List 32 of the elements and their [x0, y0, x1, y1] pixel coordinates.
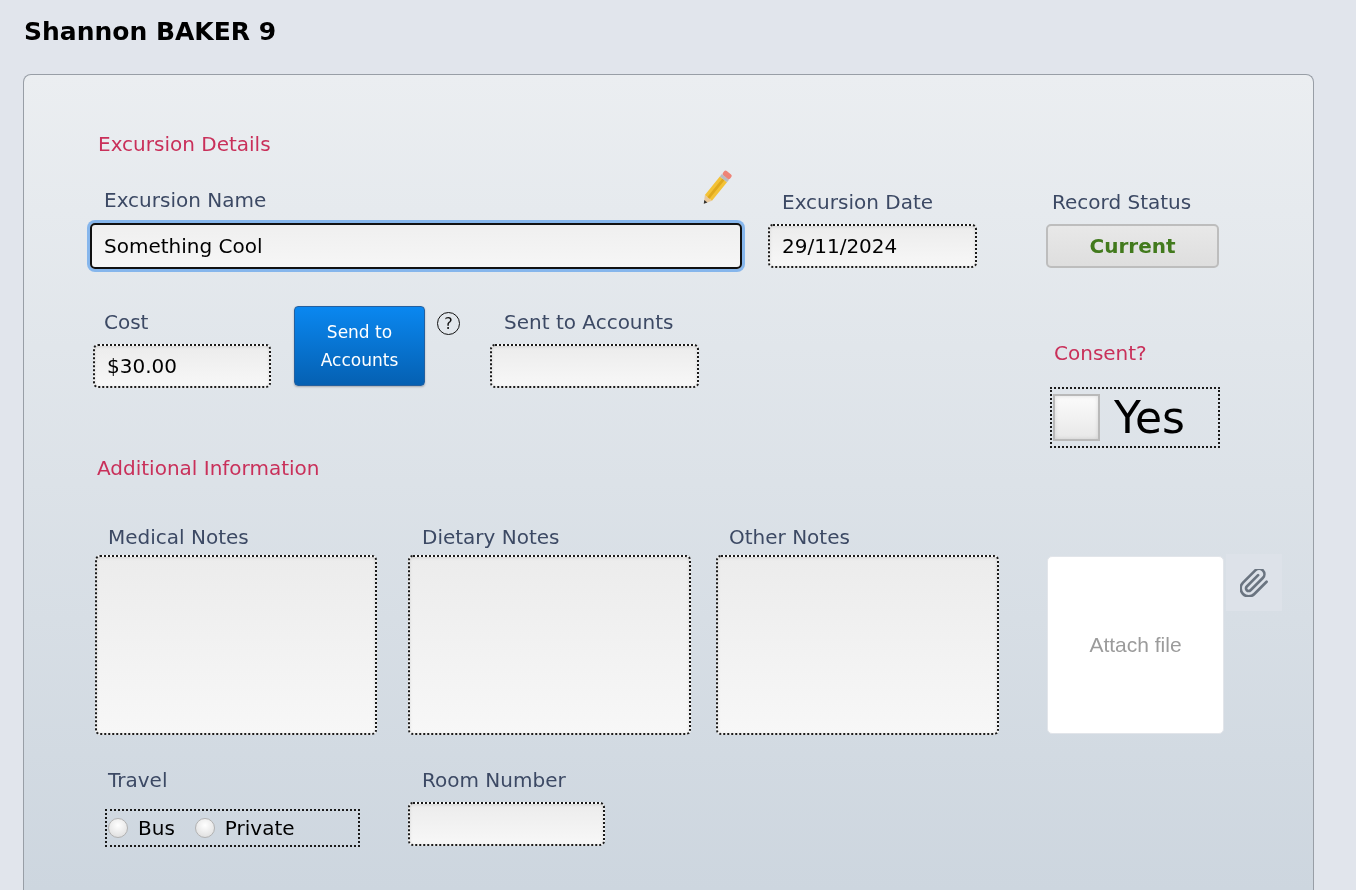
record-title: Shannon BAKER 9	[24, 16, 277, 48]
field-label: Other Notes	[729, 525, 850, 549]
notes-field[interactable]	[408, 555, 691, 735]
field-label: Travel	[108, 768, 168, 792]
radio-button[interactable]	[108, 818, 128, 838]
checkbox-label[interactable]: Yes	[1114, 392, 1186, 443]
attach-button[interactable]	[1226, 554, 1282, 611]
field-label: Cost	[104, 310, 149, 334]
radio-button[interactable]	[194, 818, 215, 838]
text-field[interactable]	[408, 802, 605, 846]
notes-field[interactable]	[716, 555, 999, 735]
field-label: Dietary Notes	[422, 525, 560, 549]
radio-label[interactable]: Bus	[138, 816, 175, 840]
section-heading: Excursion Details	[98, 132, 271, 156]
field-label: Sent to Accounts	[504, 310, 674, 334]
field-label: Medical Notes	[108, 525, 249, 549]
field-label: Record Status	[1052, 190, 1192, 214]
field-label: Excursion Name	[104, 188, 267, 212]
notes-field[interactable]	[95, 555, 377, 735]
section-heading: Consent?	[1054, 341, 1147, 365]
date-field[interactable]: 29/11/2024	[768, 224, 977, 268]
status-field: Current	[1046, 224, 1219, 268]
text-field[interactable]: $30.00	[93, 344, 271, 388]
paperclip-icon	[1240, 568, 1268, 597]
send-to-accounts-button[interactable]: Send to Accounts	[294, 306, 425, 386]
field-label: Excursion Date	[782, 190, 934, 214]
text-field[interactable]: Something Cool	[90, 223, 742, 269]
radio-label[interactable]: Private	[224, 816, 295, 840]
section-heading: Additional Information	[97, 456, 320, 480]
field-label: Room Number	[422, 768, 566, 792]
text-field[interactable]	[490, 344, 699, 388]
checkbox[interactable]	[1053, 394, 1100, 441]
